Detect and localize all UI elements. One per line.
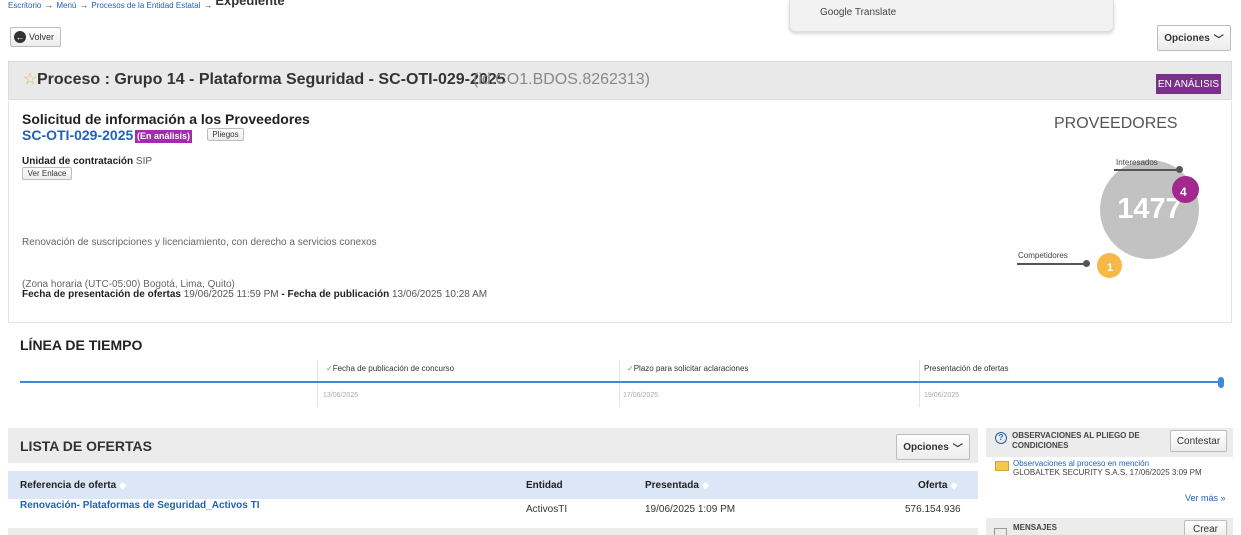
check-icon: ✓: [627, 364, 634, 373]
offer-reference-link[interactable]: Renovación- Plataformas de Seguridad_Act…: [20, 500, 260, 511]
timeline-event-label: Presentación de ofertas: [924, 364, 1009, 373]
competidores-dot: [1083, 260, 1090, 267]
process-description: Renovación de suscripciones y licenciami…: [22, 237, 377, 248]
process-id: (id.CO1.BDOS.8262313): [473, 71, 650, 88]
timeline-event-date: 19/06/2025: [924, 392, 960, 399]
offers-options-label: Opciones: [903, 441, 949, 453]
column-header-amount[interactable]: Oferta ◆: [918, 480, 957, 491]
google-translate-bar[interactable]: Google Translate: [789, 0, 1114, 32]
timeline-event-date: 17/06/2025: [623, 392, 659, 399]
solicitud-title: Solicitud de información a los Proveedor…: [22, 111, 310, 127]
unidad-contratacion: Unidad de contratación SIP: [22, 156, 152, 167]
process-dates: Fecha de presentación de ofertas 19/06/2…: [22, 289, 488, 300]
offers-title: LISTA DE OFERTAS: [20, 438, 152, 454]
offers-options-button[interactable]: Opciones ﹀: [896, 434, 970, 460]
breadcrumb-escritorio[interactable]: Escritorio: [8, 1, 41, 10]
check-icon: ✓: [326, 364, 333, 373]
interesados-count[interactable]: 4: [1172, 176, 1199, 203]
timeline-event-label: ✓Plazo para solicitar aclaraciones: [627, 364, 749, 373]
solicitud-code: SC-OTI-029-2025: [22, 127, 134, 143]
interesados-connector: [1114, 169, 1180, 171]
proveedores-title: PROVEEDORES: [1054, 115, 1178, 132]
observation-link[interactable]: Observaciones al proceso en mención: [1013, 459, 1149, 468]
proveedores-total: 1477: [1117, 193, 1182, 225]
arrow-right-icon: →: [79, 0, 89, 10]
mail-icon: [994, 528, 1007, 535]
competidores-label: Competidores: [1018, 251, 1068, 260]
interesados-label: Interesados: [1116, 158, 1158, 167]
fecha-publicacion-label: Fecha de publicación: [287, 289, 390, 300]
competidores-count[interactable]: 1: [1097, 253, 1122, 278]
column-header-entity: Entidad: [526, 480, 563, 491]
offers-header: [8, 428, 978, 463]
timeline-bar: [20, 381, 1222, 383]
ver-enlace-button[interactable]: Ver Enlace: [22, 167, 72, 180]
ver-mas-link[interactable]: Ver más »: [1185, 493, 1226, 503]
back-button-label: Volver: [29, 32, 55, 42]
observation-meta: GLOBALTEK SECURITY S.A.S. 17/06/2025 3:0…: [1013, 468, 1202, 477]
timeline-separator: [919, 360, 920, 407]
envelope-icon: [995, 461, 1009, 471]
fecha-presentacion-label: Fecha de presentación de ofertas: [22, 289, 181, 300]
pliegos-button[interactable]: Pliegos: [207, 128, 244, 141]
chevron-down-icon: ﹀: [1213, 34, 1224, 46]
sort-icon: ◆: [950, 480, 958, 490]
arrow-left-icon: ←: [14, 31, 26, 43]
arrow-right-icon: →: [44, 0, 54, 10]
unidad-label: Unidad de contratación: [22, 156, 134, 167]
timeline-marker: [1218, 377, 1224, 388]
offer-amount: 576.154.936: [905, 504, 961, 515]
timeline-event-date: 13/06/2025: [323, 392, 359, 399]
timeline-title: LÍNEA DE TIEMPO: [20, 337, 143, 353]
crear-button[interactable]: Crear: [1184, 520, 1227, 535]
column-header-reference[interactable]: Referencia de oferta ◆: [20, 480, 126, 491]
star-icon[interactable]: ☆: [23, 69, 37, 89]
options-button[interactable]: Opciones ﹀: [1157, 25, 1231, 51]
breadcrumb: Escritorio → Menú → Procesos de la Entidad E…: [8, 0, 285, 12]
unidad-value: SIP: [135, 156, 153, 167]
status-badge: EN ANÁLISIS: [1156, 74, 1221, 94]
messages-title: MENSAJES: [1013, 523, 1058, 532]
column-header-submitted[interactable]: Presentada ◆: [645, 480, 709, 491]
interesados-dot: [1176, 166, 1183, 173]
timeline-separator: [317, 360, 318, 407]
offer-submitted: 19/06/2025 1:09 PM: [645, 504, 736, 515]
back-button[interactable]: ← Volver: [10, 27, 61, 47]
help-icon[interactable]: ?: [995, 432, 1007, 444]
breadcrumb-current: Expediente: [215, 0, 285, 8]
offer-entity: ActivosTI: [526, 504, 568, 515]
process-title: Proceso : Grupo 14 - Plataforma Segurida…: [37, 71, 506, 88]
fecha-publicacion-value: 13/06/2025 10:28 AM: [392, 289, 488, 300]
arrow-right-icon: →: [203, 0, 213, 10]
fecha-presentacion-value: 19/06/2025 11:59 PM: [183, 289, 279, 300]
competidores-connector: [1017, 263, 1087, 265]
options-button-label: Opciones: [1164, 32, 1210, 44]
solicitud-status-badge: (En análisis): [135, 130, 193, 143]
timeline-event-label: ✓Fecha de publicación de concurso: [326, 364, 455, 373]
observations-title: OBSERVACIONES AL PLIEGO DE CONDICIONES: [1012, 431, 1140, 450]
offers-footer: [8, 528, 978, 535]
proveedores-total-circle: 1477: [1100, 160, 1199, 259]
breadcrumb-procesos[interactable]: Procesos de la Entidad Estatal: [91, 1, 200, 10]
contestar-button[interactable]: Contestar: [1170, 430, 1227, 452]
chevron-down-icon: ﹀: [952, 443, 963, 455]
breadcrumb-menu[interactable]: Menú: [56, 1, 76, 10]
offers-table-header: [8, 471, 978, 499]
sort-icon: ◆: [701, 480, 709, 490]
sort-icon: ◆: [119, 480, 127, 490]
google-translate-label: Google Translate: [820, 7, 897, 18]
timeline-separator: [619, 360, 620, 407]
